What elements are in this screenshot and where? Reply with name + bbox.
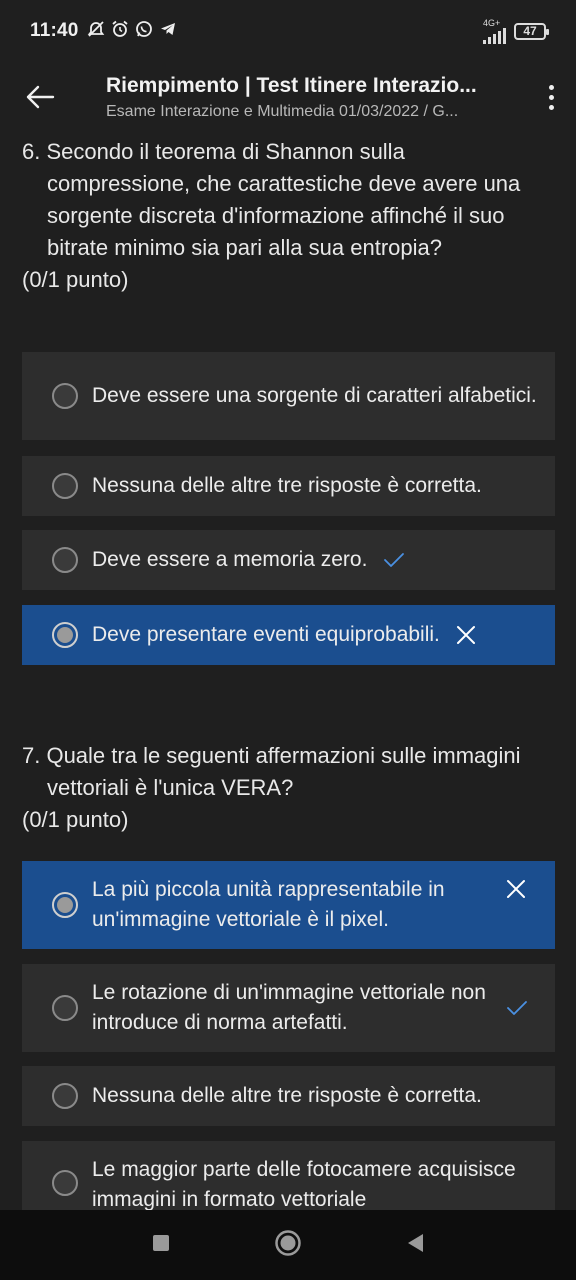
page-title: Riempimento | Test Itinere Interazio... [106, 73, 477, 97]
battery-level: 47 [523, 24, 537, 38]
answer-option[interactable]: Deve essere una sorgente di caratteri al… [22, 352, 555, 440]
whatsapp-icon [135, 20, 153, 43]
question-7: 7. Quale tra le seguenti affermazioni su… [22, 740, 552, 836]
alarm-off-icon [87, 20, 105, 43]
answer-option-selected[interactable]: La più piccola unità rappresentabile in … [22, 861, 555, 949]
close-icon [506, 879, 526, 899]
back-nav-button[interactable] [405, 1232, 425, 1259]
network-type-label: 4G+ [483, 17, 501, 28]
answer-option[interactable]: Le maggior parte delle fotocamere acquis… [22, 1141, 555, 1210]
check-icon [506, 1000, 528, 1016]
radio-button[interactable] [52, 1170, 78, 1196]
answer-option[interactable]: Nessuna delle altre tre risposte è corre… [22, 1066, 555, 1126]
radio-button[interactable] [52, 473, 78, 499]
radio-button[interactable] [52, 995, 78, 1021]
radio-button[interactable] [52, 1083, 78, 1109]
question-text: 6. Secondo il teorema di Shannon sulla c… [22, 139, 521, 260]
notification-icons [87, 20, 177, 43]
square-icon [153, 1234, 170, 1251]
breadcrumb: Esame Interazione e Multimedia 01/03/202… [106, 102, 459, 120]
system-navigation-bar [0, 1210, 576, 1280]
arrow-left-icon [26, 85, 55, 109]
battery-icon: 47 [514, 22, 549, 40]
question-6: 6. Secondo il teorema di Shannon sulla c… [22, 136, 552, 296]
triangle-back-icon [407, 1233, 423, 1252]
more-options-button[interactable] [526, 62, 576, 132]
answer-option[interactable]: Le rotazione di un'immagine vettoriale n… [22, 964, 555, 1052]
answer-label: Nessuna delle altre tre risposte è corre… [92, 474, 482, 497]
check-icon [383, 552, 405, 568]
close-icon [456, 625, 476, 645]
app-bar: Riempimento | Test Itinere Interazio... … [0, 62, 576, 132]
status-time: 11:40 [30, 20, 79, 41]
system-indicators: 4G+ 47 [483, 17, 549, 44]
answer-label: Nessuna delle altre tre risposte è corre… [92, 1084, 482, 1107]
radio-button-checked[interactable] [52, 622, 78, 648]
answer-label: La più piccola unità rappresentabile in … [92, 878, 445, 931]
status-bar: 11:40 4G+ 47 [0, 0, 576, 62]
telegram-icon [159, 20, 177, 43]
app-bar-titles: Riempimento | Test Itinere Interazio... … [80, 74, 526, 121]
signal-bars-icon [483, 27, 506, 44]
answer-option[interactable]: Deve essere a memoria zero. [22, 530, 555, 590]
back-button[interactable] [0, 62, 80, 132]
alarm-icon [111, 20, 129, 43]
signal-indicator: 4G+ [483, 17, 506, 44]
question-text: 7. Quale tra le seguenti affermazioni su… [22, 743, 521, 800]
answer-option[interactable]: Nessuna delle altre tre risposte è corre… [22, 456, 555, 516]
recents-button[interactable] [151, 1233, 171, 1258]
answer-label: Deve presentare eventi equiprobabili. [92, 623, 440, 646]
answer-option-selected[interactable]: Deve presentare eventi equiprobabili. [22, 605, 555, 665]
question-score: (0/1 punto) [22, 807, 129, 832]
answer-label: Deve essere a memoria zero. [92, 548, 368, 571]
answer-label: Le rotazione di un'immagine vettoriale n… [92, 981, 486, 1034]
home-button[interactable] [274, 1229, 302, 1262]
answer-label: Deve essere una sorgente di caratteri al… [92, 384, 537, 407]
question-score: (0/1 punto) [22, 267, 129, 292]
answer-label: Le maggior parte delle fotocamere acquis… [92, 1158, 516, 1210]
more-vert-icon [548, 84, 554, 110]
circle-icon [275, 1229, 301, 1256]
radio-button-checked[interactable] [52, 892, 78, 918]
quiz-content[interactable]: 6. Secondo il teorema di Shannon sulla c… [0, 132, 576, 1210]
radio-button[interactable] [52, 383, 78, 409]
radio-button[interactable] [52, 547, 78, 573]
